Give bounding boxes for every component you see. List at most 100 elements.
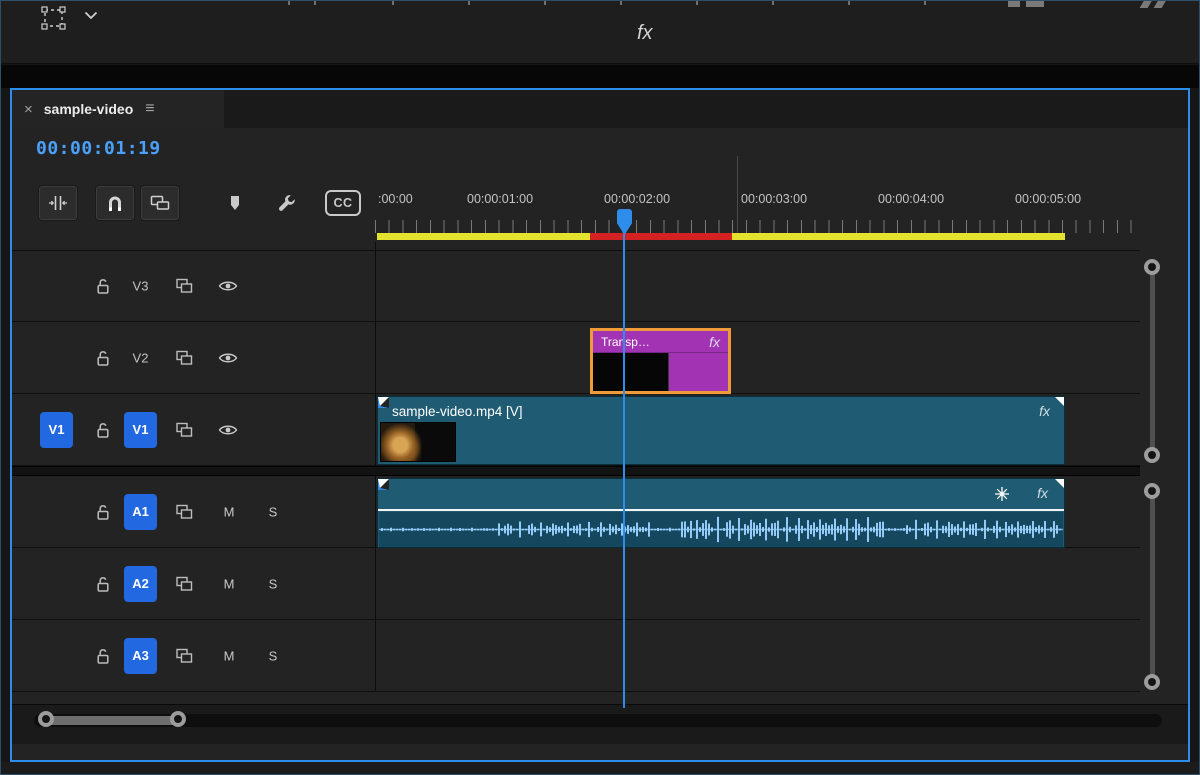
cropped-ui-fragment <box>772 0 774 5</box>
track-row-a2: A2 M S <box>12 548 1140 620</box>
panel-menu-icon[interactable]: ≡ <box>145 100 154 118</box>
audio-scrollbar[interactable] <box>1150 491 1155 682</box>
cropped-ui-fragment <box>924 0 926 5</box>
sync-lock-icon <box>176 278 193 293</box>
video-scrollbar-bottom-handle[interactable] <box>1144 447 1160 463</box>
fx-badge: fx <box>1037 485 1048 501</box>
volume-rubber-band[interactable] <box>378 509 1064 511</box>
cropped-ui-fragment <box>696 0 698 5</box>
ruler-tick-label: :00:00 <box>378 192 413 206</box>
sync-lock-button[interactable] <box>176 278 193 293</box>
horizontal-scrollbar-track[interactable] <box>34 714 1162 727</box>
sync-lock-icon <box>176 576 193 591</box>
track-output-button[interactable] <box>218 352 238 364</box>
zoom-handle-left[interactable] <box>38 711 54 727</box>
timeline-settings-button[interactable] <box>272 188 302 218</box>
lock-icon <box>96 575 110 592</box>
insert-overwrite-icon <box>48 194 68 212</box>
time-ruler[interactable]: :00:00 00:00:01:00 00:00:02:00 00:00:03:… <box>375 182 1140 244</box>
fx-badge: fx <box>709 334 720 350</box>
cropped-ui-fragment <box>544 0 546 5</box>
lock-icon <box>96 503 110 520</box>
ruler-tick-label: 00:00:03:00 <box>741 192 807 206</box>
fade-handle[interactable] <box>378 397 389 408</box>
zoom-handle-right[interactable] <box>170 711 186 727</box>
mute-button[interactable]: M <box>220 576 238 591</box>
track-lock-button[interactable] <box>96 349 110 366</box>
tab-sample-video[interactable]: × sample-video ≡ <box>12 90 224 128</box>
mute-button[interactable]: M <box>220 504 238 519</box>
cropped-icon-fragment <box>1026 0 1044 7</box>
video-scrollbar[interactable] <box>1150 267 1155 455</box>
magnet-icon <box>106 195 124 212</box>
sync-lock-button[interactable] <box>176 350 193 365</box>
clip-sample-video[interactable]: sample-video.mp4 [V] fx <box>377 396 1065 465</box>
track-target-v2[interactable]: V2 <box>124 350 157 365</box>
source-patch-v1[interactable]: V1 <box>40 412 73 448</box>
clip-sample-audio[interactable]: fx <box>377 478 1065 548</box>
horizontal-scrollbar-zone <box>12 704 1188 744</box>
track-target-a3[interactable]: A3 <box>124 638 157 674</box>
lock-icon <box>96 277 110 294</box>
track-target-a2[interactable]: A2 <box>124 566 157 602</box>
track-row-a3: A3 M S <box>12 620 1140 692</box>
horizontal-scrollbar-handle[interactable] <box>42 716 178 725</box>
linked-selection-icon <box>150 194 170 212</box>
solo-button[interactable]: S <box>264 576 282 591</box>
sync-lock-button[interactable] <box>176 504 193 519</box>
track-lock-button[interactable] <box>96 421 110 438</box>
add-marker-button[interactable] <box>220 188 250 218</box>
cropped-icon-fragment <box>1140 0 1153 8</box>
clip-label: Transp… <box>601 335 709 349</box>
ruler-tick-label: 00:00:05:00 <box>1015 192 1081 206</box>
fade-handle[interactable] <box>1055 397 1064 406</box>
audio-scrollbar-bottom-handle[interactable] <box>1144 674 1160 690</box>
work-area-bar[interactable] <box>377 233 1065 240</box>
cropped-icon-fragment <box>1008 0 1020 7</box>
sync-lock-icon <box>176 648 193 663</box>
cropped-icon-fragment <box>1154 0 1167 8</box>
track-target-v3[interactable]: V3 <box>124 278 157 293</box>
lock-icon <box>96 421 110 438</box>
sync-lock-button[interactable] <box>176 648 193 663</box>
chevron-down-button[interactable] <box>84 11 98 20</box>
track-output-button[interactable] <box>218 280 238 292</box>
track-lock-button[interactable] <box>96 575 110 592</box>
wrench-icon <box>277 193 297 213</box>
captions-button[interactable]: CC <box>325 190 361 216</box>
snap-button[interactable] <box>95 185 135 221</box>
bottom-panel-edge <box>0 762 1200 775</box>
nest-toggle-button[interactable] <box>38 185 78 221</box>
sync-lock-icon <box>176 504 193 519</box>
mute-button[interactable]: M <box>220 648 238 663</box>
track-output-button[interactable] <box>218 424 238 436</box>
track-lock-button[interactable] <box>96 277 110 294</box>
track-row-v3: V3 <box>12 250 1140 322</box>
track-lock-button[interactable] <box>96 647 110 664</box>
timecode-display[interactable]: 00:00:01:19 <box>36 138 161 159</box>
track-target-a1[interactable]: A1 <box>124 494 157 530</box>
linked-selection-button[interactable] <box>140 185 180 221</box>
effect-flare-icon <box>994 486 1010 502</box>
audio-scrollbar-top-handle[interactable] <box>1144 483 1160 499</box>
audio-waveform <box>379 512 1063 547</box>
fx-badge: fx <box>1039 403 1050 419</box>
track-target-v1[interactable]: V1 <box>124 412 157 448</box>
solo-button[interactable]: S <box>264 648 282 663</box>
ruler-gridline <box>737 156 738 233</box>
video-scrollbar-top-handle[interactable] <box>1144 259 1160 275</box>
sync-lock-button[interactable] <box>176 422 193 437</box>
ruler-tick-label: 00:00:01:00 <box>467 192 533 206</box>
sync-lock-button[interactable] <box>176 576 193 591</box>
sync-lock-icon <box>176 422 193 437</box>
solo-button[interactable]: S <box>264 504 282 519</box>
track-lock-button[interactable] <box>96 503 110 520</box>
chevron-down-icon <box>84 11 98 20</box>
cropped-ui-fragment <box>848 0 850 5</box>
clip-thumbnail <box>380 422 456 462</box>
close-icon[interactable]: × <box>24 101 33 118</box>
transform-select-button[interactable] <box>38 4 68 32</box>
cropped-ui-fragment <box>620 0 622 5</box>
clip-transparent-video[interactable]: Transp… fx <box>590 328 731 394</box>
waveform-area <box>379 512 1063 547</box>
